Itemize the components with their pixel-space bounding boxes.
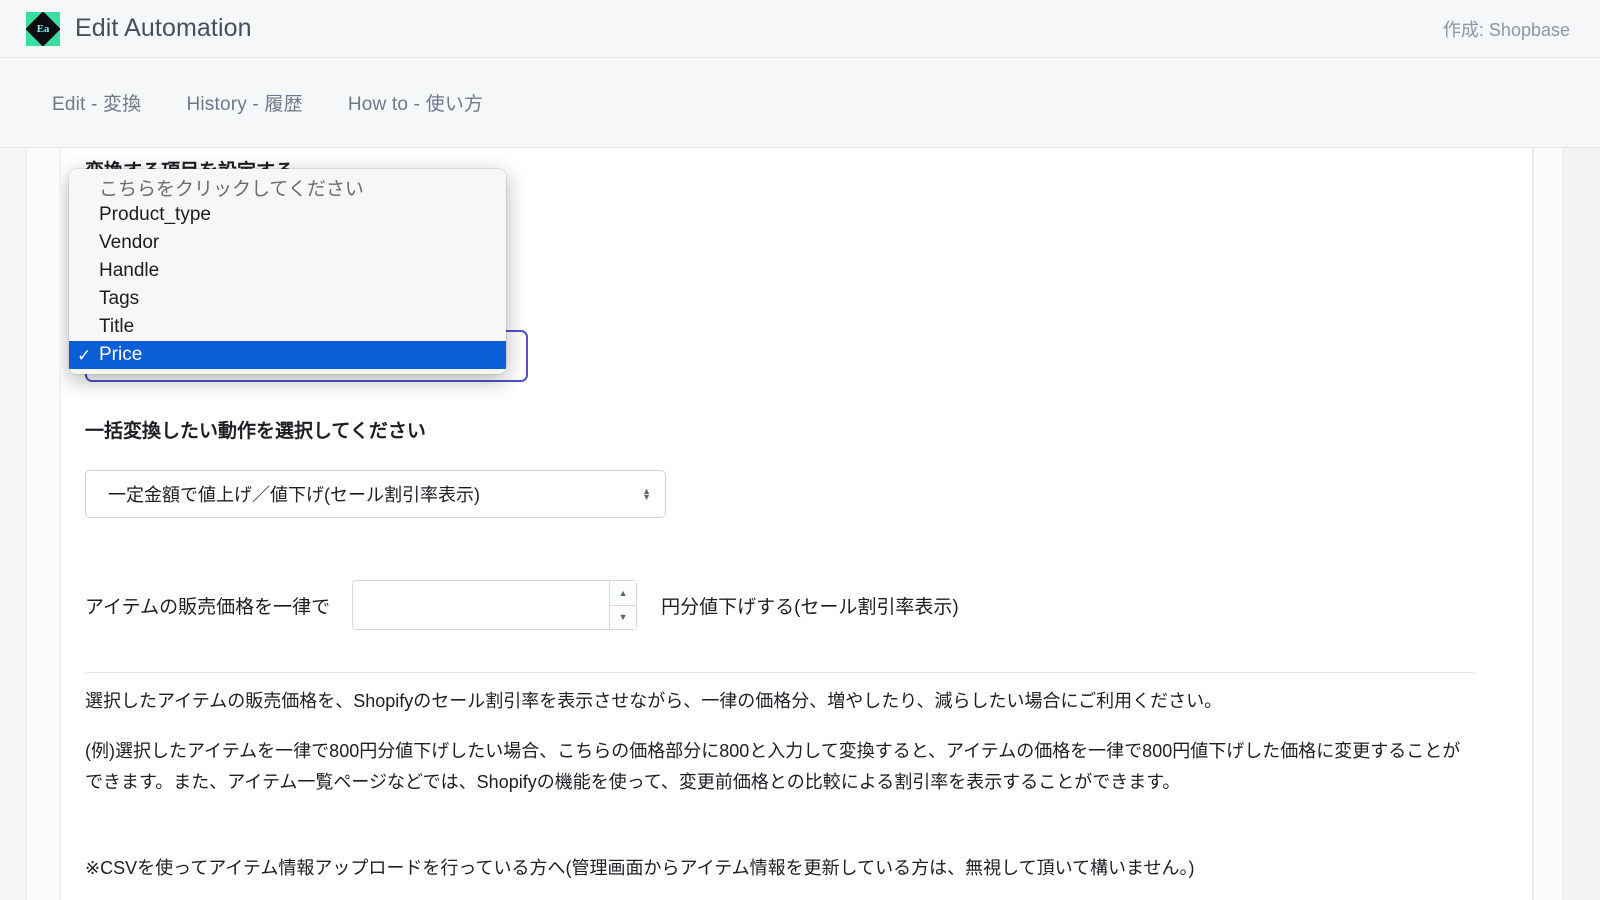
app-header: Ea Edit Automation 作成: Shopbase (0, 0, 1600, 58)
tab-bar: Edit - 変換 History - 履歴 How to - 使い方 (0, 58, 1600, 148)
description-paragraph-3: ※CSVを使ってアイテム情報アップロードを行っている方へ(管理画面からアイテム情… (85, 858, 1195, 878)
caret-down-icon: ▼ (642, 492, 651, 502)
left-rail (27, 148, 60, 900)
dropdown-option-label: Handle (99, 260, 160, 281)
dropdown-option-label: Price (99, 344, 143, 365)
section-heading-select-action: 一括変換したい動作を選択してください (85, 421, 426, 442)
dropdown-option-price[interactable]: ✓ Price (69, 341, 506, 369)
amount-spinner[interactable]: ▲ ▼ (609, 581, 637, 629)
dropdown-option-label: こちらをクリックしてください (99, 178, 364, 200)
left-gutter (0, 148, 26, 900)
tab-history[interactable]: History - 履歴 (186, 89, 302, 116)
spinner-up-icon[interactable]: ▲ (610, 581, 637, 606)
content-card: 変換する項目を設定する 変換したい項目を選択してください。 こちらをクリックして… (61, 148, 1533, 900)
tab-edit[interactable]: Edit - 変換 (52, 89, 141, 116)
page-title: Edit Automation (75, 14, 252, 42)
right-rail (1534, 148, 1563, 900)
spinner-down-icon[interactable]: ▼ (610, 605, 637, 629)
app-logo-icon: Ea (26, 11, 60, 46)
logo-letters: Ea (36, 22, 50, 35)
dropdown-option-tags[interactable]: Tags (69, 285, 506, 313)
right-gutter (1564, 148, 1600, 900)
author-label: 作成: Shopbase (1442, 19, 1570, 40)
amount-post-label: 円分値下げする(セール割引率表示) (661, 596, 959, 618)
amount-input[interactable] (353, 581, 610, 629)
page-body: 変換する項目を設定する 変換したい項目を選択してください。 こちらをクリックして… (0, 148, 1600, 900)
tab-how-to[interactable]: How to - 使い方 (348, 89, 483, 116)
brand: Ea Edit Automation (26, 11, 252, 46)
amount-row: アイテムの販売価格を一律で ▲ ▼ 円分値下げする(セール割引率表示) (85, 580, 959, 630)
section-divider (85, 672, 1475, 673)
amount-pre-label: アイテムの販売価格を一律で (85, 596, 331, 618)
amount-input-wrapper[interactable]: ▲ ▼ (352, 580, 638, 630)
dropdown-option-handle[interactable]: Handle (69, 257, 506, 285)
dropdown-option-product-type[interactable]: Product_type (69, 201, 506, 229)
dropdown-option-label: Title (99, 316, 135, 337)
dropdown-option-title[interactable]: Title (69, 313, 506, 341)
action-select-value: 一定金額で値上げ／値下げ(セール割引率表示) (108, 485, 480, 505)
select-stepper-icon: ▲ ▼ (642, 487, 651, 502)
description-paragraph-1: 選択したアイテムの販売価格を、Shopifyのセール割引率を表示させながら、一律… (85, 691, 1223, 711)
dropdown-option-label: Tags (99, 288, 140, 309)
dropdown-option-label: Product_type (99, 204, 211, 225)
dropdown-option-vendor[interactable]: Vendor (69, 229, 506, 257)
action-select[interactable]: 一定金額で値上げ／値下げ(セール割引率表示) ▲ ▼ (85, 470, 666, 518)
checkmark-icon: ✓ (77, 345, 92, 365)
dropdown-option-label: Vendor (99, 232, 160, 253)
item-select-dropdown[interactable]: こちらをクリックしてください Product_type Vendor Handl… (69, 169, 506, 374)
description-paragraph-2: (例)選択したアイテムを一律で800円分値下げしたい場合、こちらの価格部分に80… (85, 741, 1461, 792)
dropdown-option-placeholder[interactable]: こちらをクリックしてください (69, 173, 506, 201)
